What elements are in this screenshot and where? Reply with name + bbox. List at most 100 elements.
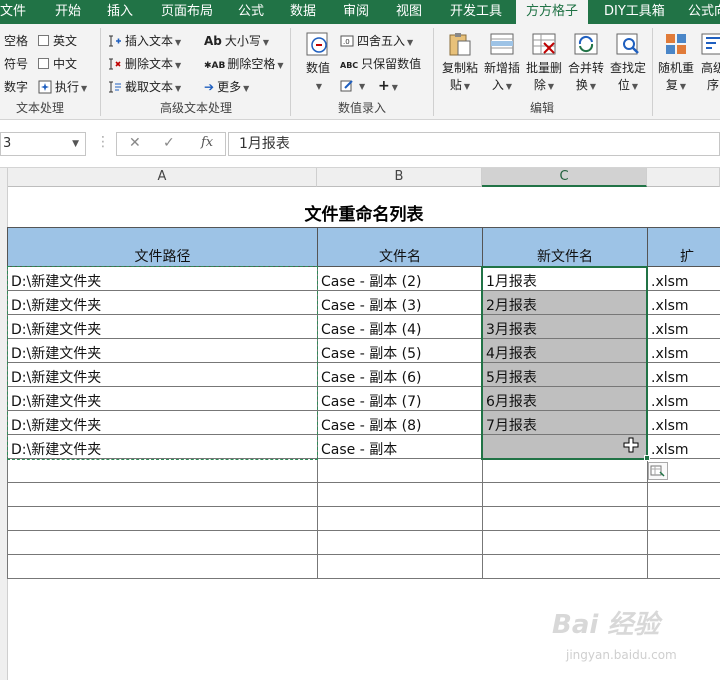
cell-path[interactable]: D:\新建文件夹 [7, 363, 318, 387]
header-file-name[interactable]: 文件名 [317, 227, 483, 267]
cell-extension[interactable]: .xlsm [648, 291, 720, 315]
fill-handle[interactable] [644, 455, 650, 461]
cell-new-name[interactable]: 2月报表 [483, 291, 648, 315]
cell-new-name[interactable]: 7月报表 [483, 411, 648, 435]
cell-new-name[interactable]: 5月报表 [483, 363, 648, 387]
tab-file[interactable]: 文件 [0, 0, 26, 24]
cell-new-name-active[interactable]: 1月报表 [483, 267, 648, 291]
cell-new-name[interactable]: 3月报表 [483, 315, 648, 339]
numeric-button[interactable]: 数值 ▼ [300, 30, 336, 95]
tab-formulas[interactable]: 公式 [238, 0, 264, 24]
column-header-a[interactable]: A [8, 168, 317, 187]
copy-paste-button[interactable]: 复制粘 贴 ▼ [438, 30, 482, 95]
tab-formula-more[interactable]: 公式向 [688, 0, 720, 24]
symbol-option[interactable]: 符号 [4, 55, 28, 72]
cell-file-name[interactable]: Case - 副本 (7) [318, 387, 483, 411]
cell-path[interactable]: D:\新建文件夹 [7, 291, 318, 315]
empty-cell[interactable] [7, 483, 318, 507]
cell-file-name[interactable]: Case - 副本 (2) [318, 267, 483, 291]
empty-cell[interactable] [318, 507, 483, 531]
cell-extension[interactable]: .xlsm [648, 363, 720, 387]
tab-data[interactable]: 数据 [290, 0, 316, 24]
column-header-c[interactable]: C [482, 168, 647, 187]
cell-path[interactable]: D:\新建文件夹 [7, 339, 318, 363]
chevron-down-icon[interactable]: ▼ [72, 133, 79, 155]
find-locate-button[interactable]: 查找定 位 ▼ [606, 30, 650, 95]
formula-input[interactable]: 1月报表 [228, 132, 720, 156]
execute-button[interactable]: 执行 ▼ [38, 78, 87, 95]
empty-cell[interactable] [7, 459, 318, 483]
formula-bar-grip-icon[interactable]: ⋮ [96, 134, 110, 150]
add-insert-button[interactable]: 新增插 入 ▼ [480, 30, 524, 95]
column-header-b[interactable]: B [317, 168, 482, 187]
english-option[interactable]: 英文 [38, 32, 77, 49]
header-extension[interactable]: 扩 [647, 227, 720, 267]
cell-new-name[interactable]: 6月报表 [483, 387, 648, 411]
column-header-d[interactable] [647, 168, 720, 187]
tab-diy-toolbox[interactable]: DIY工具箱 [604, 0, 665, 24]
empty-cell[interactable] [648, 555, 720, 579]
insert-text-button[interactable]: 插入文本 ▼ [108, 32, 181, 49]
english-checkbox[interactable] [38, 35, 49, 46]
batch-delete-button[interactable]: 批量删 除 ▼ [522, 30, 566, 95]
chinese-checkbox[interactable] [38, 58, 49, 69]
tab-review[interactable]: 审阅 [343, 0, 369, 24]
empty-cell[interactable] [483, 531, 648, 555]
cell-file-name[interactable]: Case - 副本 (3) [318, 291, 483, 315]
empty-cell[interactable] [483, 459, 648, 483]
enter-icon[interactable]: ✓ [163, 135, 175, 151]
cell-file-name[interactable]: Case - 副本 [318, 435, 483, 459]
empty-cell[interactable] [7, 531, 318, 555]
add-dropdown-button[interactable]: + ▼ [378, 78, 398, 94]
cell-extension[interactable]: .xlsm [648, 339, 720, 363]
cell-extension[interactable]: .xlsm [648, 387, 720, 411]
round-button[interactable]: .0 四舍五入 ▼ [340, 32, 413, 49]
cell-extension[interactable]: .xlsm [648, 411, 720, 435]
space-option[interactable]: 空格 [4, 32, 28, 49]
empty-cell[interactable] [648, 531, 720, 555]
case-button[interactable]: Ab 大小写 ▼ [204, 32, 269, 49]
cell-file-name[interactable]: Case - 副本 (5) [318, 339, 483, 363]
tab-insert[interactable]: 插入 [107, 0, 133, 24]
cell-path[interactable]: D:\新建文件夹 [7, 435, 318, 459]
name-box[interactable]: 3 ▼ [0, 132, 86, 156]
more-button[interactable]: ➔ 更多 ▼ [204, 78, 249, 95]
empty-cell[interactable] [318, 483, 483, 507]
cell-new-name[interactable]: 4月报表 [483, 339, 648, 363]
empty-cell[interactable] [483, 507, 648, 531]
tab-view[interactable]: 视图 [396, 0, 422, 24]
sheet-title[interactable]: 文件重命名列表 [8, 187, 720, 227]
empty-cell[interactable] [648, 483, 720, 507]
quick-analysis-button[interactable] [648, 462, 668, 480]
advanced-sort-button[interactable]: 高级 序 [698, 30, 720, 94]
cancel-icon[interactable]: ✕ [129, 135, 141, 151]
header-new-file-name[interactable]: 新文件名 [482, 227, 648, 267]
cell-path[interactable]: D:\新建文件夹 [7, 387, 318, 411]
cell-extension[interactable]: .xlsm [648, 435, 720, 459]
cell-file-name[interactable]: Case - 副本 (4) [318, 315, 483, 339]
cell-path[interactable]: D:\新建文件夹 [7, 315, 318, 339]
empty-cell[interactable] [318, 459, 483, 483]
tab-developer[interactable]: 开发工具 [450, 0, 502, 24]
empty-cell[interactable] [7, 555, 318, 579]
tab-home[interactable]: 开始 [55, 0, 81, 24]
cell-extension[interactable]: .xlsm [648, 315, 720, 339]
delete-text-button[interactable]: 删除文本 ▼ [108, 55, 181, 72]
cell-path[interactable]: D:\新建文件夹 [7, 411, 318, 435]
edit-dropdown-button[interactable]: ▼ [340, 78, 365, 92]
cell-file-name[interactable]: Case - 副本 (8) [318, 411, 483, 435]
insert-function-icon[interactable]: fx [201, 135, 213, 150]
empty-cell[interactable] [648, 507, 720, 531]
merge-convert-button[interactable]: 合并转 换 ▼ [564, 30, 608, 95]
cell-path[interactable]: D:\新建文件夹 [7, 267, 318, 291]
random-repeat-button[interactable]: 随机重 复 ▼ [656, 30, 696, 95]
header-file-path[interactable]: 文件路径 [7, 227, 318, 267]
empty-cell[interactable] [7, 507, 318, 531]
delete-space-button[interactable]: ✱AB 删除空格 ▼ [204, 55, 284, 72]
tab-page-layout[interactable]: 页面布局 [161, 0, 213, 24]
cell-file-name[interactable]: Case - 副本 (6) [318, 363, 483, 387]
keep-numeric-button[interactable]: ABC 只保留数值 [340, 55, 421, 72]
extract-text-button[interactable]: 截取文本 ▼ [108, 78, 181, 95]
empty-cell[interactable] [483, 555, 648, 579]
chinese-option[interactable]: 中文 [38, 55, 77, 72]
